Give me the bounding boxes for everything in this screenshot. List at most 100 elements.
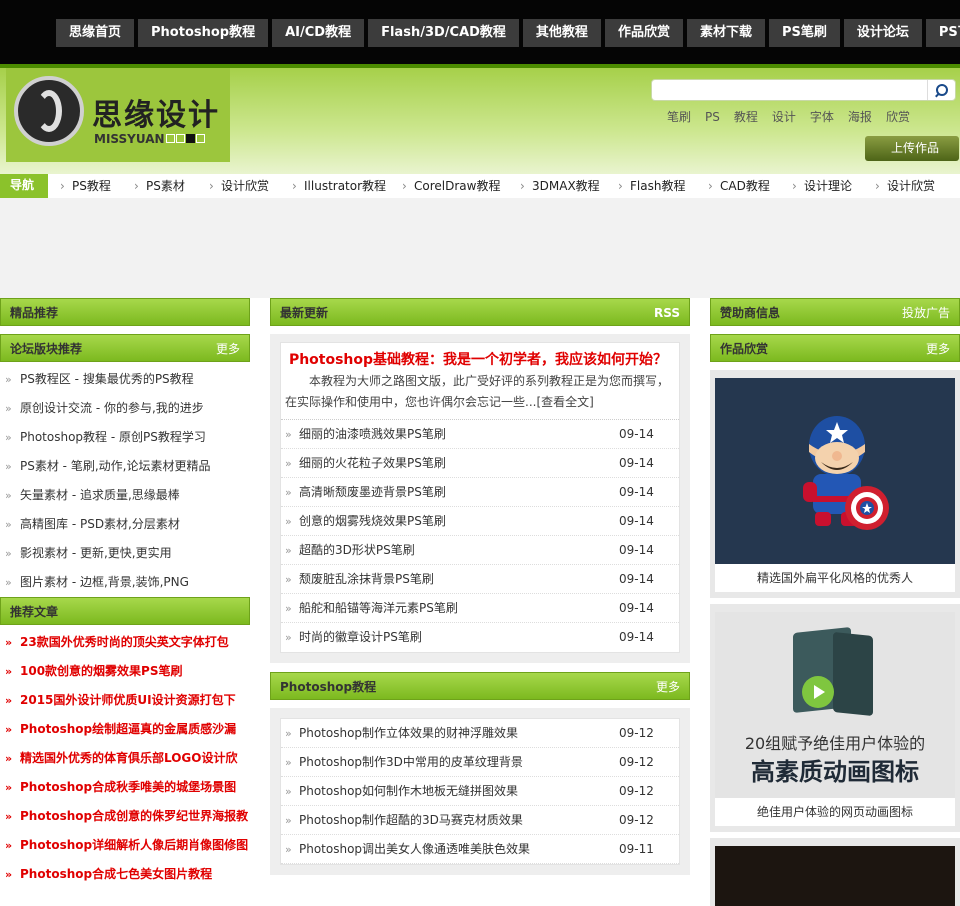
topnav-download[interactable]: 素材下载 xyxy=(686,19,765,47)
catnav-design-gallery-2[interactable]: 设计欣赏 xyxy=(869,175,949,198)
work-thumbnail[interactable]: 20组赋予绝佳用户体验的 高素质动画图标 xyxy=(715,612,955,798)
topnav-brushes[interactable]: PS笔刷 xyxy=(768,19,840,47)
hotword[interactable]: PS xyxy=(705,110,720,124)
list-item[interactable]: Photoshop合成创意的侏罗纪世界海报教 xyxy=(0,802,250,831)
list-item[interactable]: 精选国外优秀的体育俱乐部LOGO设计欣 xyxy=(0,744,250,773)
topnav-ps-download[interactable]: PS下载 xyxy=(925,19,960,47)
section-header-photoshop: Photoshop教程 更多 xyxy=(270,672,690,700)
work-caption[interactable]: 精选国外扁平化风格的优秀人 xyxy=(715,564,955,592)
hotword[interactable]: 海报 xyxy=(848,110,872,124)
poster-line-2: 高素质动画图标 xyxy=(751,758,919,786)
catnav-cad[interactable]: CAD教程 xyxy=(702,175,780,198)
logo-emblem-icon xyxy=(14,76,84,146)
work-card[interactable] xyxy=(710,838,960,906)
list-item[interactable]: 矢量素材 - 追求质量,思缘最棒 xyxy=(0,481,250,510)
work-thumbnail[interactable] xyxy=(715,846,955,906)
list-item[interactable]: Photoshop合成七色美女图片教程 xyxy=(0,860,250,889)
featured-title[interactable]: Photoshop基础教程：我是一个初学者，我应该如何开始？ xyxy=(285,349,671,371)
list-item[interactable]: Photoshop调出美女人像通透唯美肤色效果09-11 xyxy=(281,835,679,864)
list-item[interactable]: 时尚的徽章设计PS笔刷09-14 xyxy=(281,623,679,652)
photoshop-list: Photoshop制作立体效果的财神浮雕效果09-12 Photoshop制作3… xyxy=(281,719,679,864)
hotword[interactable]: 设计 xyxy=(772,110,796,124)
upload-works-button[interactable]: 上传作品 xyxy=(865,136,959,161)
catnav-ps-materials[interactable]: PS素材 xyxy=(128,175,196,198)
top-bar: 思缘首页 Photoshop教程 AI/CD教程 Flash/3D/CAD教程 其他教程… xyxy=(0,0,960,64)
logo-text: 思缘设计 xyxy=(92,98,220,133)
photoshop-box: Photoshop制作立体效果的财神浮雕效果09-12 Photoshop制作3… xyxy=(270,708,690,875)
list-item[interactable]: 影视素材 - 更新,更快,更实用 xyxy=(0,539,250,568)
top-nav: 思缘首页 Photoshop教程 AI/CD教程 Flash/3D/CAD教程 其他教程… xyxy=(56,19,960,47)
topnav-works[interactable]: 作品欣赏 xyxy=(604,19,683,47)
work-caption[interactable]: 绝佳用户体验的网页动画图标 xyxy=(715,798,955,826)
list-item[interactable]: 高清晰颓废墨迹背景PS笔刷09-14 xyxy=(281,478,679,507)
right-column: 赞助商信息 投放广告 作品欣赏 更多 精选国外扁平化风格的优秀人 20组赋予绝佳… xyxy=(710,298,960,906)
work-card[interactable]: 20组赋予绝佳用户体验的 高素质动画图标 绝佳用户体验的网页动画图标 xyxy=(710,604,960,832)
list-item[interactable]: Photoshop制作超酷的3D马赛克材质效果09-12 xyxy=(281,806,679,835)
poster-graphic-back xyxy=(833,631,873,717)
hotword[interactable]: 笔刷 xyxy=(667,110,691,124)
search-box xyxy=(651,79,956,101)
hotword[interactable]: 欣赏 xyxy=(886,110,910,124)
photoshop-inner: Photoshop制作立体效果的财神浮雕效果09-12 Photoshop制作3… xyxy=(280,718,680,865)
latest-inner: Photoshop基础教程：我是一个初学者，我应该如何开始？ 本教程为大师之路图… xyxy=(280,342,680,653)
superhero-illustration xyxy=(803,416,889,530)
topnav-other[interactable]: 其他教程 xyxy=(522,19,601,47)
catnav-illustrator[interactable]: Illustrator教程 xyxy=(286,175,390,198)
section-header-recommend: 精品推荐 xyxy=(0,298,250,326)
work-card[interactable]: 精选国外扁平化风格的优秀人 xyxy=(710,370,960,598)
search-icon[interactable] xyxy=(927,80,955,100)
list-item[interactable]: Photoshop教程 - 原创PS教程学习 xyxy=(0,423,250,452)
category-nav-label: 导航 xyxy=(0,174,48,198)
hotword[interactable]: 教程 xyxy=(734,110,758,124)
list-item[interactable]: Photoshop制作立体效果的财神浮雕效果09-12 xyxy=(281,719,679,748)
logo-subtext: MISSYUAN xyxy=(94,132,205,146)
left-column: 精品推荐 论坛版块推荐更多 PS教程区 - 搜集最优秀的PS教程 原创设计交流 … xyxy=(0,298,250,889)
catnav-3dmax[interactable]: 3DMAX教程 xyxy=(514,175,612,198)
list-item[interactable]: 高精图库 - PSD素材,分层素材 xyxy=(0,510,250,539)
list-item[interactable]: Photoshop绘制超逼真的金属质感沙漏 xyxy=(0,715,250,744)
list-item[interactable]: 船舵和船锚等海洋元素PS笔刷09-14 xyxy=(281,594,679,623)
catnav-coreldraw[interactable]: CorelDraw教程 xyxy=(396,175,508,198)
works-more-link[interactable]: 更多 xyxy=(926,335,950,363)
list-item[interactable]: Photoshop如何制作木地板无缝拼图效果09-12 xyxy=(281,777,679,806)
list-item[interactable]: 细丽的火花粒子效果PS笔刷09-14 xyxy=(281,449,679,478)
topnav-flash-3d-cad[interactable]: Flash/3D/CAD教程 xyxy=(368,19,519,47)
list-item[interactable]: 2015国外设计师优质UI设计资源打包下 xyxy=(0,686,250,715)
topnav-photoshop[interactable]: Photoshop教程 xyxy=(138,19,269,47)
list-item[interactable]: 原创设计交流 - 你的参与,我的进步 xyxy=(0,394,250,423)
header: 思缘设计 MISSYUAN 笔刷 PS 教程 设计 字体 海报 欣赏 上传作品 xyxy=(0,68,960,174)
site-logo[interactable]: 思缘设计 MISSYUAN xyxy=(6,68,230,162)
list-item[interactable]: 颓废脏乱涂抹背景PS笔刷09-14 xyxy=(281,565,679,594)
section-header-forum: 论坛版块推荐 更多 xyxy=(0,334,250,362)
forum-more-link[interactable]: 更多 xyxy=(216,335,240,363)
list-item[interactable]: Photoshop合成秋季唯美的城堡场景图 xyxy=(0,773,250,802)
latest-box: Photoshop基础教程：我是一个初学者，我应该如何开始？ 本教程为大师之路图… xyxy=(270,334,690,663)
list-item[interactable]: 图片素材 - 边框,背景,装饰,PNG xyxy=(0,568,250,597)
list-item[interactable]: 超酷的3D形状PS笔刷09-14 xyxy=(281,536,679,565)
advertise-link[interactable]: 投放广告 xyxy=(902,299,950,327)
list-item[interactable]: 100款创意的烟雾效果PS笔刷 xyxy=(0,657,250,686)
topnav-forum[interactable]: 设计论坛 xyxy=(843,19,922,47)
photoshop-more-link[interactable]: 更多 xyxy=(656,673,680,701)
work-thumbnail[interactable] xyxy=(715,378,955,564)
list-item[interactable]: PS素材 - 笔刷,动作,论坛素材更精品 xyxy=(0,452,250,481)
hotword[interactable]: 字体 xyxy=(810,110,834,124)
topnav-ai-cd[interactable]: AI/CD教程 xyxy=(272,19,365,47)
topnav-home[interactable]: 思缘首页 xyxy=(56,19,135,47)
ad-banner-area xyxy=(0,198,960,298)
hot-keywords: 笔刷 PS 教程 设计 字体 海报 欣赏 xyxy=(667,108,924,125)
catnav-design-theory[interactable]: 设计理论 xyxy=(786,175,862,198)
list-item[interactable]: 细丽的油漆喷溅效果PS笔刷09-14 xyxy=(281,420,679,449)
list-item[interactable]: Photoshop制作3D中常用的皮革纹理背景09-12 xyxy=(281,748,679,777)
list-item[interactable]: PS教程区 - 搜集最优秀的PS教程 xyxy=(0,365,250,394)
featured-article: Photoshop基础教程：我是一个初学者，我应该如何开始？ 本教程为大师之路图… xyxy=(281,343,679,420)
list-item[interactable]: 23款国外优秀时尚的顶尖英文字体打包 xyxy=(0,628,250,657)
list-item[interactable]: 创意的烟雾残烧效果PS笔刷09-14 xyxy=(281,507,679,536)
catnav-ps-tutorials[interactable]: PS教程 xyxy=(54,175,122,198)
catnav-design-gallery[interactable]: 设计欣赏 xyxy=(203,175,281,198)
catnav-flash[interactable]: Flash教程 xyxy=(612,175,696,198)
rss-link[interactable]: RSS xyxy=(654,299,680,327)
poster-line-1: 20组赋予绝佳用户体验的 xyxy=(744,734,926,753)
list-item[interactable]: Photoshop详细解析人像后期肖像图修图 xyxy=(0,831,250,860)
search-input[interactable] xyxy=(656,81,926,99)
